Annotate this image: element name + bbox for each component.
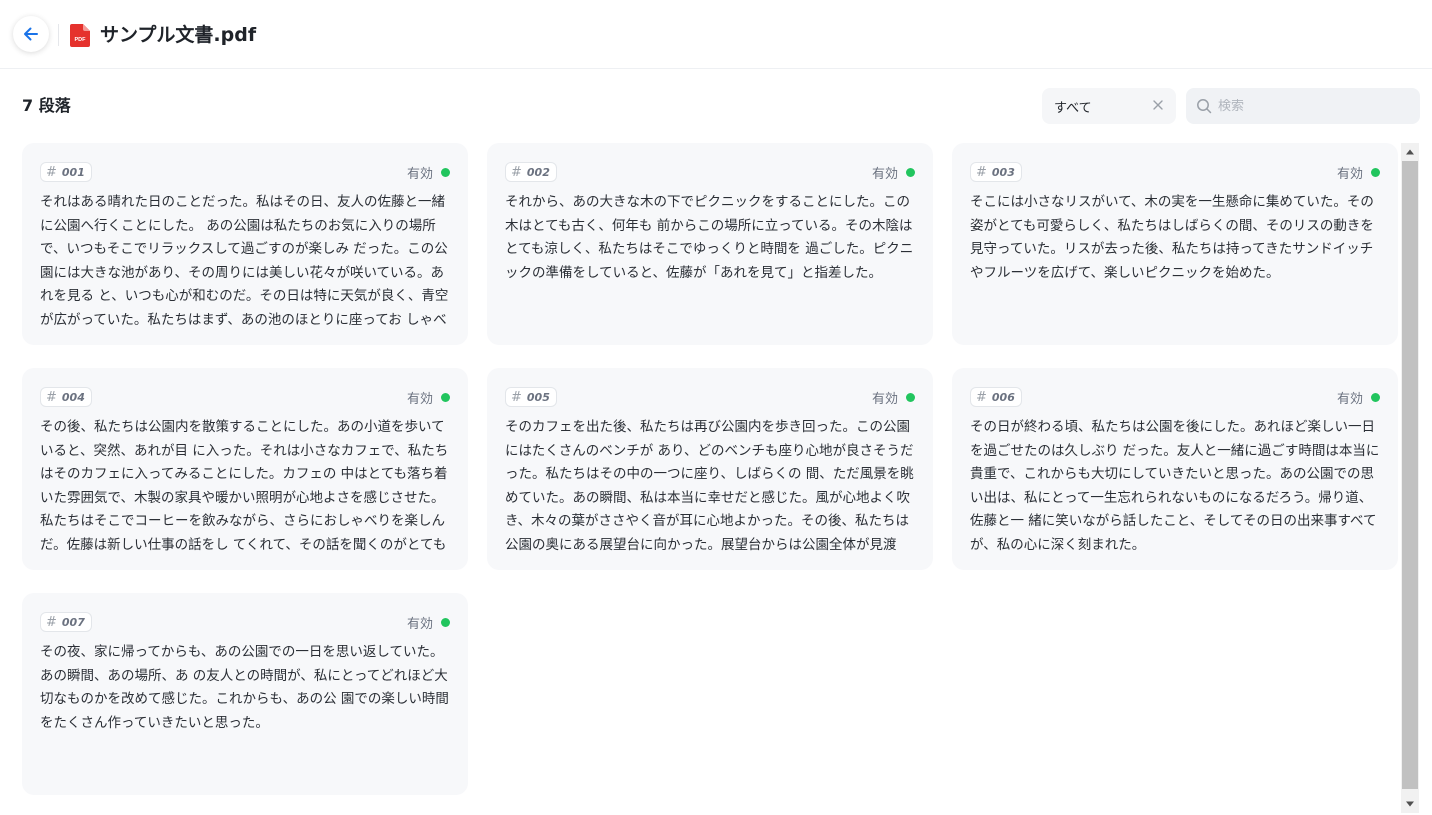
status-indicator: 有効 [1337,163,1380,182]
status-filter-select[interactable]: すべて [1042,88,1176,124]
search-input[interactable] [1218,98,1408,114]
header-bar: PDF サンプル文書.pdf [0,0,1432,69]
scroll-down-arrow-icon[interactable] [1401,795,1419,813]
paragraph-text: それから、あの大きな木の下でピクニックをすることにした。この木はとても古く、何年… [505,194,914,281]
header-divider [58,24,59,46]
status-indicator: 有効 [407,163,450,182]
status-indicator: 有効 [407,613,450,632]
status-dot-icon [906,167,915,177]
status-dot-icon [1371,392,1380,402]
svg-text:PDF: PDF [75,37,87,43]
paragraph-count: 7 段落 [22,96,71,115]
paragraph-id-badge: #001 [40,162,92,182]
paragraph-text: そこには小さなリスがいて、木の実を一生懸命に集めていた。その姿がとても可愛らしく… [970,194,1374,281]
status-dot-icon [441,167,450,177]
back-button[interactable] [13,16,49,52]
status-indicator: 有効 [872,388,915,407]
status-indicator: 有効 [1337,388,1380,407]
paragraph-text: そのカフェを出た後、私たちは再び公園内を歩き回った。この公園にはたくさんのベンチ… [505,419,914,553]
arrow-left-icon [24,27,38,41]
filter-value: すべて [1054,100,1092,116]
status-dot-icon [906,392,915,402]
paragraph-id-badge: #004 [40,387,92,407]
hash-icon: # [46,164,57,180]
paragraph-id-badge: #002 [505,162,557,182]
search-box[interactable] [1186,88,1420,124]
status-dot-icon [1371,167,1380,177]
status-indicator: 有効 [407,388,450,407]
hash-icon: # [976,389,987,405]
status-dot-icon [441,392,450,402]
paragraph-text: その後、私たちは公園内を散策することにした。あの小道を歩いていると、突然、あれが… [40,419,449,553]
pdf-file-icon: PDF [70,24,90,47]
hash-icon: # [46,614,57,630]
paragraph-card[interactable]: #007 有効 その夜、家に帰ってからも、あの公園での一日を思い返していた。あの… [22,593,468,795]
paragraph-id-badge: #005 [505,387,557,407]
paragraph-id-badge: #006 [970,387,1022,407]
hash-icon: # [511,164,522,180]
hash-icon: # [46,389,57,405]
hash-icon: # [511,389,522,405]
clear-filter-icon[interactable] [1150,97,1166,113]
hash-icon: # [976,164,987,180]
file-title: サンプル文書.pdf [100,24,257,46]
paragraph-card[interactable]: #004 有効 その後、私たちは公園内を散策することにした。あの小道を歩いている… [22,368,468,570]
vertical-scrollbar[interactable] [1401,143,1419,813]
paragraph-grid: #001 有効 それはある晴れた日のことだった。私はその日、友人の佐藤と一緒に公… [22,143,1398,813]
paragraph-card[interactable]: #001 有効 それはある晴れた日のことだった。私はその日、友人の佐藤と一緒に公… [22,143,468,345]
paragraph-card[interactable]: #006 有効 その日が終わる頃、私たちは公園を後にした。あれほど楽しい一日を過… [952,368,1398,570]
paragraph-id-badge: #007 [40,612,92,632]
paragraph-card[interactable]: #005 有効 そのカフェを出た後、私たちは再び公園内を歩き回った。この公園には… [487,368,933,570]
paragraph-card[interactable]: #003 有効 そこには小さなリスがいて、木の実を一生懸命に集めていた。その姿が… [952,143,1398,345]
status-dot-icon [441,617,450,627]
paragraph-card[interactable]: #002 有効 それから、あの大きな木の下でピクニックをすることにした。この木は… [487,143,933,345]
paragraph-text: その夜、家に帰ってからも、あの公園での一日を思い返していた。あの瞬間、あの場所、… [40,644,449,731]
search-icon [1197,99,1212,114]
paragraph-id-badge: #003 [970,162,1022,182]
paragraph-text: それはある晴れた日のことだった。私はその日、友人の佐藤と一緒に公園へ行くことにし… [40,194,449,328]
status-indicator: 有効 [872,163,915,182]
scroll-up-arrow-icon[interactable] [1401,143,1419,161]
scrollbar-thumb[interactable] [1402,161,1418,789]
paragraph-text: その日が終わる頃、私たちは公園を後にした。あれほど楽しい一日を過ごせたのは久しぶ… [970,419,1380,553]
